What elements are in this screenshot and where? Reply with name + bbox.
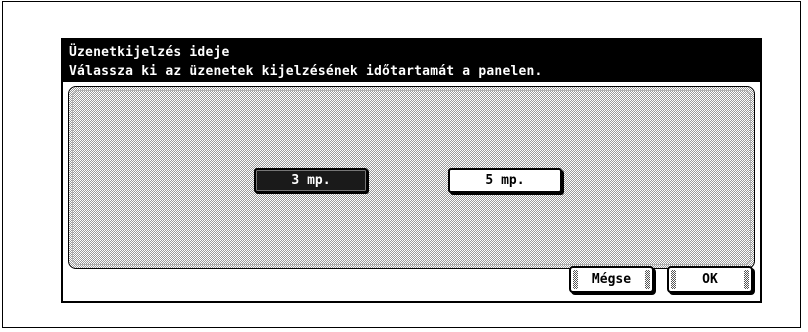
ok-button[interactable]: OK <box>667 266 753 293</box>
dialog-title: Üzenetkijelzés ideje <box>69 45 230 60</box>
settings-dialog: Üzenetkijelzés ideje Válassza ki az üzen… <box>61 38 762 303</box>
options-area <box>68 86 755 269</box>
cancel-button[interactable]: Mégse <box>569 266 654 293</box>
option-5-seconds-button[interactable]: 5 mp. <box>448 168 562 193</box>
ok-button-label: OK <box>702 272 718 287</box>
button-edge-decoration <box>573 270 578 289</box>
button-edge-decoration <box>645 270 650 289</box>
button-edge-decoration <box>744 270 749 289</box>
dialog-description: Válassza ki az üzenetek kijelzésének idő… <box>69 64 543 79</box>
screen-frame: Üzenetkijelzés ideje Válassza ki az üzen… <box>2 1 801 328</box>
dialog-header: Üzenetkijelzés ideje Válassza ki az üzen… <box>63 40 760 82</box>
button-edge-decoration <box>671 270 676 289</box>
option-3-seconds-button[interactable]: 3 mp. <box>254 168 368 193</box>
options-area-inner-border <box>72 90 751 265</box>
cancel-button-label: Mégse <box>591 272 632 287</box>
